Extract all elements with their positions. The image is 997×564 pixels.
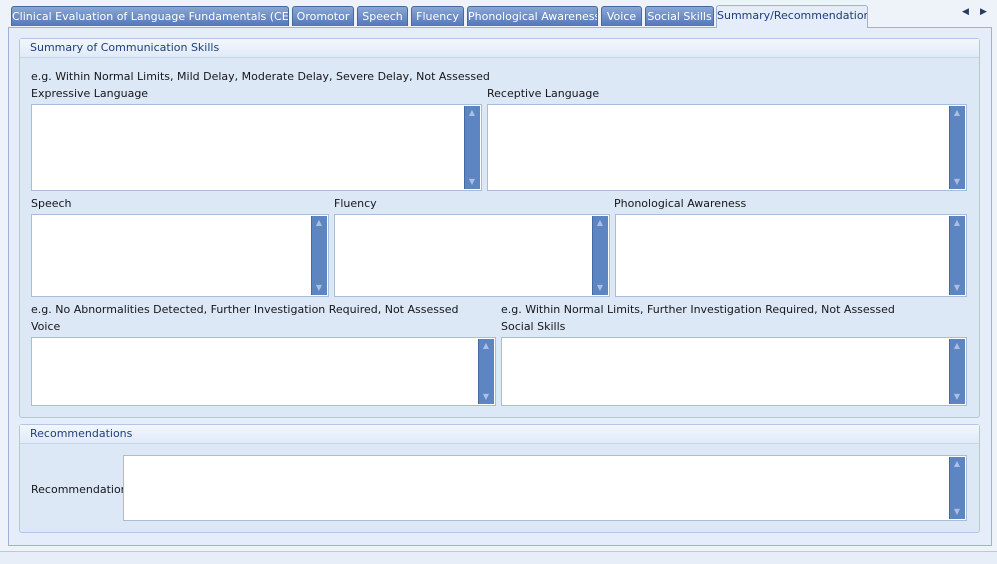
tab-social-skills[interactable]: Social Skills xyxy=(645,6,714,26)
fluency-field[interactable]: ▲ ▼ xyxy=(334,214,610,297)
tab-scroll-left-icon[interactable]: ◀ xyxy=(962,7,969,17)
phonological-awareness-label: Phonological Awareness xyxy=(614,197,747,210)
scroll-up-icon[interactable]: ▲ xyxy=(465,108,479,118)
scroll-up-icon[interactable]: ▲ xyxy=(950,341,964,351)
tab-speech[interactable]: Speech xyxy=(357,6,408,26)
speech-label: Speech xyxy=(31,197,72,210)
recommendations-group-title: Recommendations xyxy=(20,425,979,444)
tab-fluency[interactable]: Fluency xyxy=(411,6,464,26)
speech-field[interactable]: ▲ ▼ xyxy=(31,214,329,297)
social-skills-label: Social Skills xyxy=(501,320,566,333)
scroll-down-icon[interactable]: ▼ xyxy=(479,392,493,402)
scroll-up-icon[interactable]: ▲ xyxy=(593,218,607,228)
social-skills-scrollbar[interactable]: ▲ ▼ xyxy=(949,339,965,404)
voice-hint: e.g. No Abnormalities Detected, Further … xyxy=(31,303,459,316)
bottom-strip xyxy=(0,551,997,564)
recommendations-label: Recommendations xyxy=(31,483,134,496)
fluency-scrollbar[interactable]: ▲ ▼ xyxy=(592,216,608,295)
tab-scroll-right-icon[interactable]: ▶ xyxy=(980,7,987,17)
scroll-down-icon[interactable]: ▼ xyxy=(950,283,964,293)
scroll-down-icon[interactable]: ▼ xyxy=(593,283,607,293)
expressive-language-label: Expressive Language xyxy=(31,87,149,100)
social-skills-field[interactable]: ▲ ▼ xyxy=(501,337,967,406)
scroll-down-icon[interactable]: ▼ xyxy=(465,177,479,187)
phonological-awareness-field[interactable]: ▲ ▼ xyxy=(615,214,967,297)
voice-label: Voice xyxy=(31,320,61,333)
recommendations-field[interactable]: ▲ ▼ xyxy=(123,455,967,521)
phonological-awareness-scrollbar[interactable]: ▲ ▼ xyxy=(949,216,965,295)
expressive-language-field[interactable]: ▲ ▼ xyxy=(31,104,482,191)
scroll-down-icon[interactable]: ▼ xyxy=(950,177,964,187)
delay-hint: e.g. Within Normal Limits, Mild Delay, M… xyxy=(31,70,490,83)
scroll-up-icon[interactable]: ▲ xyxy=(950,218,964,228)
tab-strip: Clinical Evaluation of Language Fundamen… xyxy=(0,0,997,28)
scroll-up-icon[interactable]: ▲ xyxy=(950,108,964,118)
tab-voice[interactable]: Voice xyxy=(601,6,642,26)
scroll-up-icon[interactable]: ▲ xyxy=(312,218,326,228)
receptive-language-scrollbar[interactable]: ▲ ▼ xyxy=(949,106,965,189)
receptive-language-label: Receptive Language xyxy=(487,87,600,100)
receptive-language-field[interactable]: ▲ ▼ xyxy=(487,104,967,191)
expressive-language-scrollbar[interactable]: ▲ ▼ xyxy=(464,106,480,189)
tab-oromotor[interactable]: Oromotor xyxy=(292,6,354,26)
scroll-down-icon[interactable]: ▼ xyxy=(950,507,964,517)
recommendations-scrollbar[interactable]: ▲ ▼ xyxy=(949,457,965,519)
tab-summary-recommendations[interactable]: Summary/Recommendations xyxy=(716,5,868,28)
voice-scrollbar[interactable]: ▲ ▼ xyxy=(478,339,494,404)
speech-scrollbar[interactable]: ▲ ▼ xyxy=(311,216,327,295)
social-hint: e.g. Within Normal Limits, Further Inves… xyxy=(501,303,895,316)
scroll-down-icon[interactable]: ▼ xyxy=(950,392,964,402)
summary-group-title: Summary of Communication Skills xyxy=(20,39,979,58)
fluency-label: Fluency xyxy=(334,197,377,210)
voice-field[interactable]: ▲ ▼ xyxy=(31,337,496,406)
scroll-down-icon[interactable]: ▼ xyxy=(312,283,326,293)
tab-celf4[interactable]: Clinical Evaluation of Language Fundamen… xyxy=(11,6,289,26)
tab-phonological-awareness[interactable]: Phonological Awareness xyxy=(467,6,598,26)
scroll-up-icon[interactable]: ▲ xyxy=(479,341,493,351)
scroll-up-icon[interactable]: ▲ xyxy=(950,459,964,469)
